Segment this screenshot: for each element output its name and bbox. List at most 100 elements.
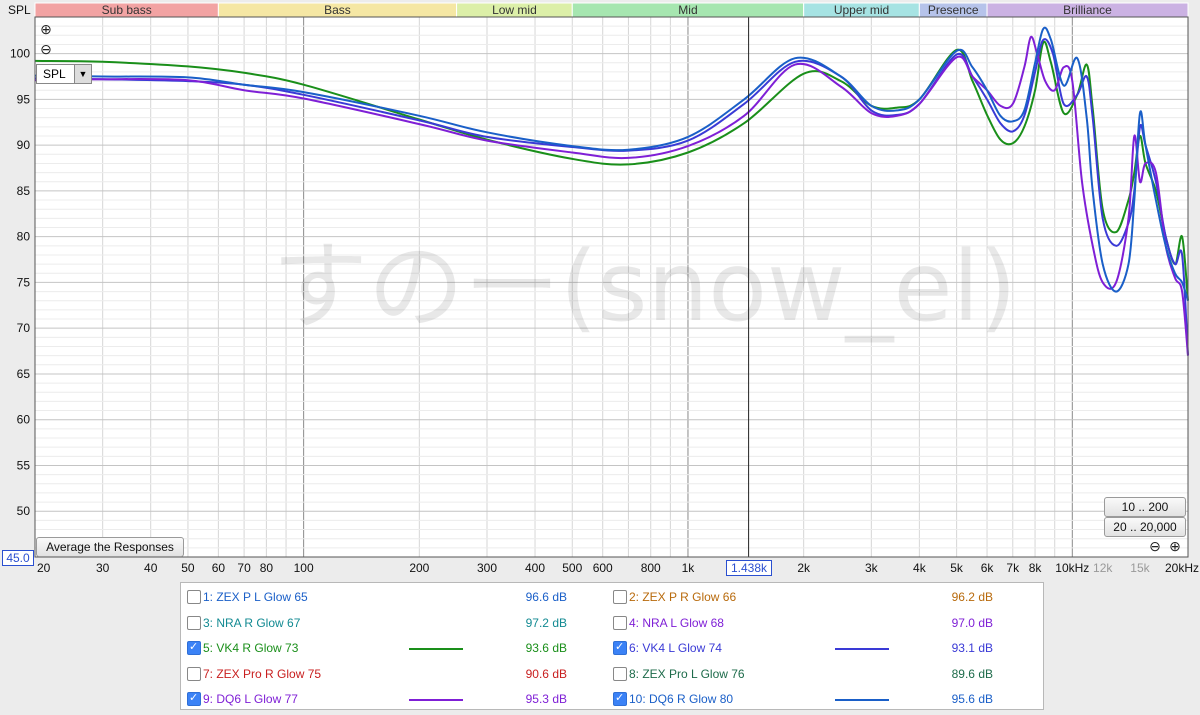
- y-tick-label: 70: [17, 321, 31, 335]
- x-tick-label: 200: [409, 561, 429, 575]
- x-tick-label: 15k: [1130, 561, 1150, 575]
- x-tick-label: 100: [294, 561, 314, 575]
- range-10-200-button[interactable]: 10 .. 200: [1104, 497, 1186, 517]
- legend-value: 96.2 dB: [951, 590, 993, 604]
- legend-label: 3: NRA R Glow 67: [203, 615, 301, 630]
- legend-checkbox[interactable]: [613, 691, 627, 706]
- watermark: すのー(snow_el): [272, 231, 1017, 343]
- legend-value: 95.6 dB: [951, 692, 993, 706]
- legend-label: 9: DQ6 L Glow 77: [203, 692, 298, 706]
- legend-checkbox[interactable]: [187, 666, 201, 681]
- chevron-down-icon: ▼: [74, 65, 91, 83]
- y-tick-label: 65: [17, 367, 31, 381]
- legend-swatch: [835, 699, 889, 701]
- band-label: Brilliance: [1063, 3, 1112, 17]
- x-tick-label: 1k: [682, 561, 696, 575]
- legend-checkbox[interactable]: [187, 590, 201, 604]
- y-tick-label: 80: [17, 230, 31, 244]
- x-cursor-readout: 1.438k: [726, 560, 772, 576]
- legend-swatch: [409, 648, 463, 650]
- legend-checkbox[interactable]: [187, 615, 201, 630]
- y-tick-label: 100: [10, 47, 30, 61]
- band-label: Low mid: [492, 3, 537, 17]
- measurement-legend: 1: ZEX P L Glow 65 96.6 dB 2: ZEX P R Glow…: [180, 582, 1044, 710]
- legend-checkbox[interactable]: [613, 590, 627, 604]
- x-tick-label: 70: [237, 561, 251, 575]
- x-tick-label: 30: [96, 561, 110, 575]
- legend-label: 1: ZEX P L Glow 65: [203, 590, 308, 604]
- band-label: Mid: [678, 3, 697, 17]
- x-tick-label: 800: [641, 561, 661, 575]
- legend-value: 97.2 dB: [525, 615, 567, 630]
- legend-checkbox[interactable]: [613, 615, 627, 630]
- zoom-out-icon[interactable]: ⊖: [39, 42, 53, 56]
- legend-checkbox[interactable]: [613, 640, 627, 655]
- x-tick-label: 3k: [865, 561, 879, 575]
- x-tick-label: 6k: [981, 561, 995, 575]
- legend-checkbox[interactable]: [613, 666, 627, 681]
- legend-label: 5: VK4 R Glow 73: [203, 641, 299, 655]
- x-tick-label: 10kHz: [1055, 561, 1089, 575]
- y-cursor-readout: 45.0: [2, 550, 34, 566]
- band-label: Presence: [928, 3, 979, 17]
- x-tick-label: 40: [144, 561, 158, 575]
- x-tick-label: 300: [477, 561, 497, 575]
- x-tick-label: 400: [525, 561, 545, 575]
- x-tick-label: 20: [37, 561, 51, 575]
- x-tick-label: 8k: [1029, 561, 1043, 575]
- y-tick-label: 75: [17, 275, 31, 289]
- legend-item: 10: DQ6 R Glow 80 95.6 dB: [611, 689, 1031, 709]
- legend-item: 8: ZEX Pro L Glow 76 89.6 dB: [611, 664, 1031, 684]
- legend-swatch: [835, 648, 889, 650]
- legend-value: 89.6 dB: [951, 666, 993, 681]
- legend-item: 6: VK4 L Glow 74 93.1 dB: [611, 638, 1031, 658]
- legend-checkbox[interactable]: [187, 640, 201, 655]
- legend-item: 1: ZEX P L Glow 65 96.6 dB: [185, 587, 605, 607]
- legend-value: 93.6 dB: [525, 641, 567, 655]
- y-axis-title: SPL: [8, 3, 31, 17]
- y-tick-label: 85: [17, 184, 31, 198]
- x-tick-label: 60: [212, 561, 226, 575]
- band-label: Sub bass: [102, 3, 152, 17]
- legend-label: 4: NRA L Glow 68: [629, 615, 724, 630]
- spl-dropdown-value: SPL: [43, 67, 66, 81]
- legend-label: 2: ZEX P R Glow 66: [629, 590, 737, 604]
- band-label: Upper mid: [834, 3, 889, 17]
- legend-label: 7: ZEX Pro R Glow 75: [203, 666, 322, 681]
- y-tick-label: 55: [17, 458, 31, 472]
- y-tick-label: 60: [17, 413, 31, 427]
- legend-checkbox[interactable]: [187, 691, 201, 706]
- spl-dropdown[interactable]: SPL ▼: [36, 64, 92, 84]
- x-tick-label: 500: [562, 561, 582, 575]
- y-tick-label: 50: [17, 504, 31, 518]
- x-tick-label: 12k: [1093, 561, 1113, 575]
- x-tick-label: 20kHz: [1165, 561, 1199, 575]
- zoom-in-icon[interactable]: ⊕: [39, 22, 53, 36]
- x-tick-label: 5k: [950, 561, 964, 575]
- legend-value: 93.1 dB: [951, 641, 993, 655]
- legend-value: 95.3 dB: [525, 692, 567, 706]
- y-tick-label: 90: [17, 138, 31, 152]
- x-tick-label: 7k: [1006, 561, 1020, 575]
- legend-item: 2: ZEX P R Glow 66 96.2 dB: [611, 587, 1031, 607]
- zoom-in-x-icon[interactable]: ⊕: [1168, 539, 1182, 553]
- average-responses-button[interactable]: Average the Responses: [36, 537, 184, 557]
- zoom-out-x-icon[interactable]: ⊖: [1148, 539, 1162, 553]
- y-tick-label: 95: [17, 92, 31, 106]
- legend-value: 90.6 dB: [525, 666, 567, 681]
- frequency-response-chart[interactable]: Sub bass Bass Low mid Mid Upper mid Presence B…: [0, 0, 1200, 580]
- band-label: Bass: [324, 3, 351, 17]
- x-tick-label: 50: [181, 561, 195, 575]
- legend-value: 96.6 dB: [525, 590, 567, 604]
- x-tick-label: 600: [593, 561, 613, 575]
- legend-item: 3: NRA R Glow 67 97.2 dB: [185, 613, 605, 633]
- x-axis-ticks: 20 30 40 50 60 70 80 100 200 300 400 500 600 800 1k 2k 3…: [37, 561, 1199, 575]
- x-tick-label: 4k: [913, 561, 927, 575]
- range-20-20000-button[interactable]: 20 .. 20,000: [1104, 517, 1186, 537]
- y-axis-ticks: 50 55 60 65 70 75 80 85 90 95 100: [10, 47, 30, 519]
- legend-item: 7: ZEX Pro R Glow 75 90.6 dB: [185, 664, 605, 684]
- legend-item: 5: VK4 R Glow 73 93.6 dB: [185, 638, 605, 658]
- frequency-band-header: Sub bass Bass Low mid Mid Upper mid Presence B…: [34, 2, 1189, 18]
- legend-item: 4: NRA L Glow 68 97.0 dB: [611, 613, 1031, 633]
- x-tick-label: 80: [260, 561, 274, 575]
